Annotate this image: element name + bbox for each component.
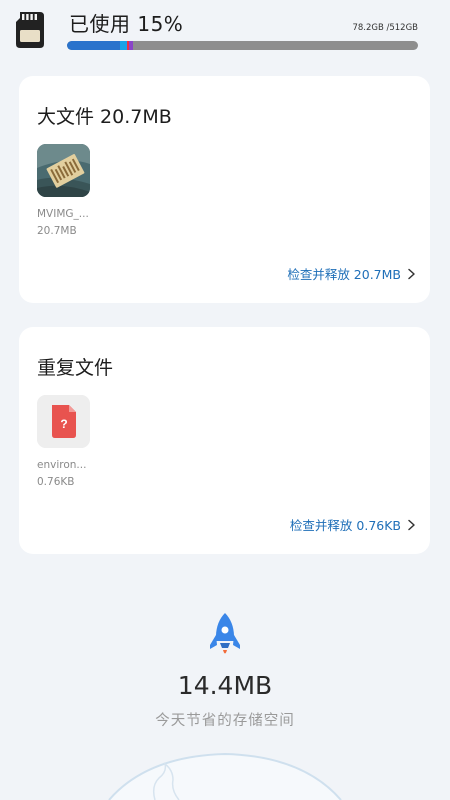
storage-usage-bar [67, 41, 418, 50]
saved-storage-amount: 14.4MB [177, 671, 273, 700]
large-file-thumbnail[interactable] [37, 144, 90, 197]
svg-text:?: ? [60, 417, 67, 431]
large-file-name: MVIMG_... [37, 208, 89, 220]
saved-storage-label: 今天节省的存储空间 [155, 713, 295, 729]
storage-used-title: 已使用 15% [69, 12, 184, 36]
globe-illustration [108, 752, 342, 800]
check-release-large-button[interactable]: 检查并释放 20.7MB [287, 264, 416, 283]
storage-bar-segment [119, 41, 127, 50]
check-release-large-label: 检查并释放 20.7MB [287, 267, 401, 282]
photo-thumbnail-image [37, 144, 90, 197]
chevron-right-icon [408, 268, 415, 279]
unknown-file-icon: ? [37, 395, 90, 448]
storage-amount: 78.2GB /512GB [352, 23, 418, 33]
large-files-title: 大文件 20.7MB [37, 106, 172, 128]
storage-bar-segment [128, 41, 133, 50]
check-release-duplicate-label: 检查并释放 0.76KB [289, 518, 401, 533]
duplicate-file-name: environ... [37, 459, 87, 471]
duplicate-file-thumbnail[interactable]: ? [37, 395, 90, 448]
check-release-duplicate-button[interactable]: 检查并释放 0.76KB [290, 515, 416, 534]
chevron-right-icon [408, 519, 415, 530]
duplicate-files-title: 重复文件 [37, 357, 114, 379]
large-files-card: 大文件 20.7MB MVIMG_... 20.7MB 检查并释放 20.7MB [19, 76, 430, 303]
large-file-size: 20.7MB [37, 225, 77, 237]
storage-header: 已使用 15% 78.2GB /512GB [0, 0, 450, 62]
rocket-icon [210, 613, 240, 654]
duplicate-files-card: 重复文件 ? environ... 0.76KB 检查并释放 0.76KB [19, 327, 430, 554]
duplicate-file-size: 0.76KB [37, 476, 75, 488]
storage-bar-segment [67, 41, 120, 50]
sd-card-icon [16, 12, 44, 48]
